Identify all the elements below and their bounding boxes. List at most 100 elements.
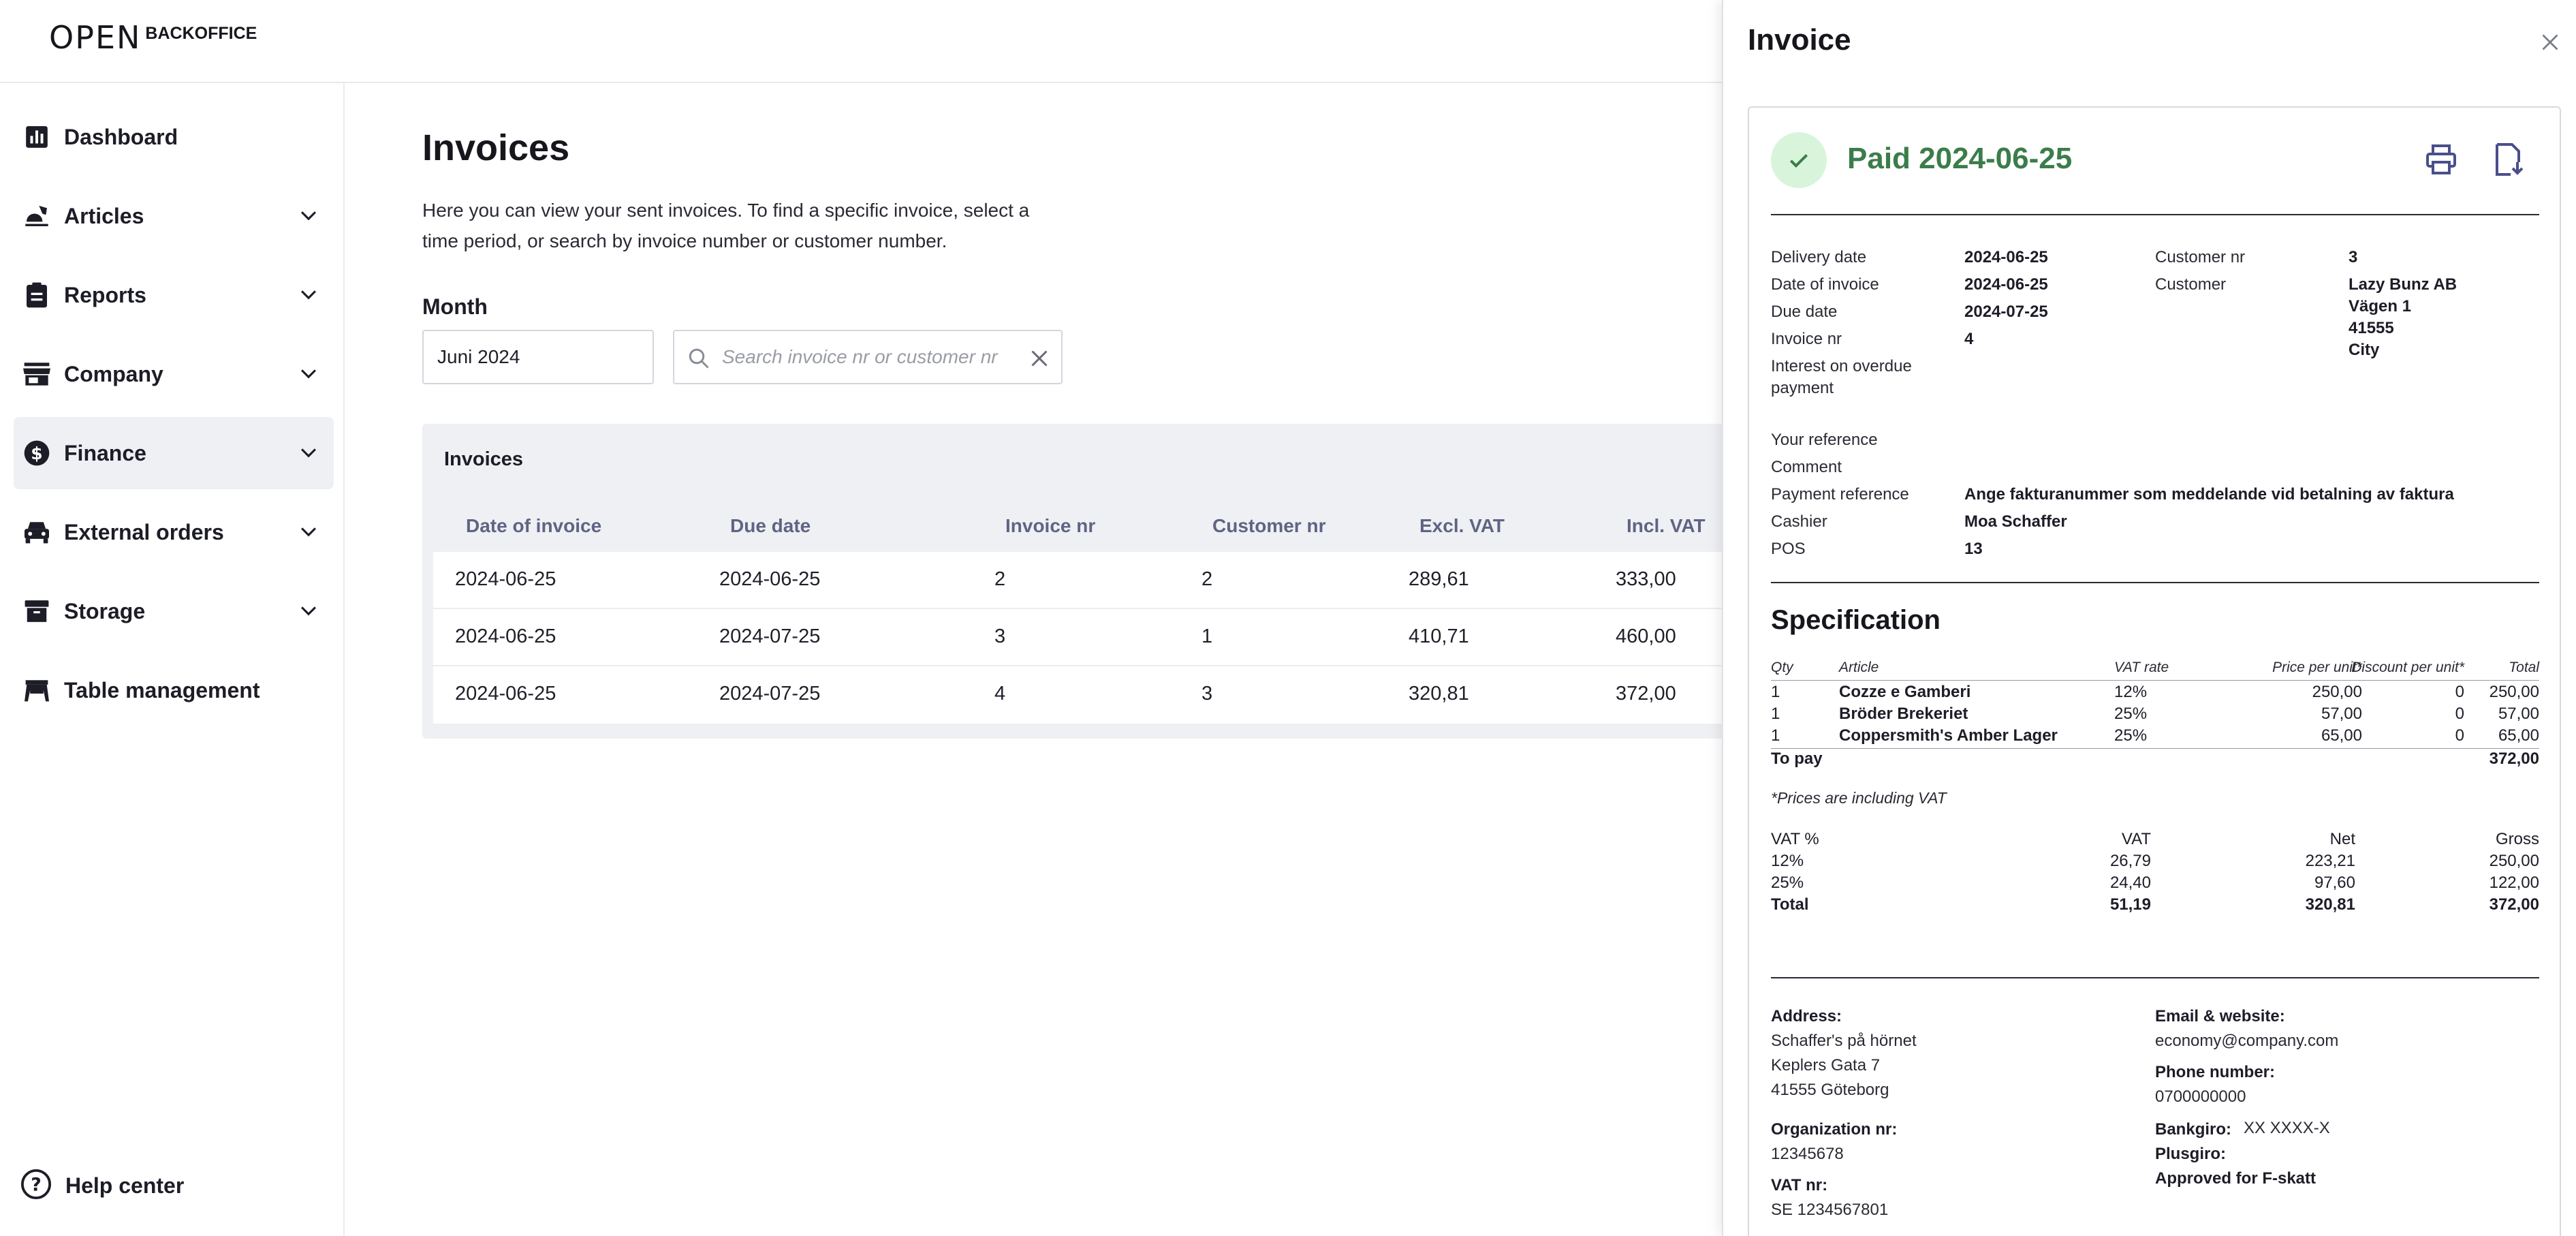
table-row[interactable]: 2024-06-25 2024-06-25 2 2 289,61 333,00 <box>433 552 1722 609</box>
customer-street: Vägen 1 <box>2349 297 2412 315</box>
spec-discount: 0 <box>2455 726 2464 745</box>
main-content: Invoices Here you can view your sent inv… <box>345 83 1722 1236</box>
bar-chart-icon <box>23 123 50 151</box>
due-date-label: Due date <box>1771 303 1838 321</box>
address-label: Address: <box>1771 1007 1842 1025</box>
column-header-date[interactable]: Date of invoice <box>466 515 601 537</box>
logo-mark: OPEN <box>49 19 142 56</box>
vat-total-gross: 372,00 <box>2489 895 2539 914</box>
cell-invoice-nr: 4 <box>994 683 1006 705</box>
sidebar-item-articles[interactable]: Articles <box>14 180 334 252</box>
spec-price: 65,00 <box>2321 726 2362 745</box>
sidebar-item-label: Company <box>64 361 163 386</box>
sidebar-item-storage[interactable]: Storage <box>14 575 334 647</box>
logo-text: BACKOFFICE <box>145 23 257 43</box>
download-file-icon[interactable] <box>2493 142 2526 177</box>
spec-qty: 1 <box>1771 726 1780 745</box>
vat-row-percent: 25% <box>1771 874 1804 892</box>
chevron-down-icon[interactable] <box>297 362 320 386</box>
car-icon <box>23 519 50 546</box>
sidebar-item-reports[interactable]: Reports <box>14 259 334 331</box>
spec-article: Bröder Brekeriet <box>1839 705 1968 723</box>
cashier-label: Cashier <box>1771 512 1827 531</box>
chevron-down-icon[interactable] <box>297 521 320 544</box>
logo[interactable]: OPEN BACKOFFICE <box>49 19 257 56</box>
to-pay-label: To pay <box>1771 750 1823 768</box>
close-icon[interactable] <box>2538 30 2562 55</box>
svg-text:$: $ <box>31 444 42 463</box>
sidebar-item-external-orders[interactable]: External orders <box>14 496 334 568</box>
cell-incl-vat: 460,00 <box>1616 625 1676 647</box>
bankgiro-label: Bankgiro: <box>2155 1120 2232 1139</box>
sidebar-item-label: Table management <box>64 677 260 702</box>
table-row[interactable]: 2024-06-25 2024-07-25 4 3 320,81 372,00 <box>433 666 1722 724</box>
check-icon <box>1771 132 1827 188</box>
table-icon <box>23 677 50 704</box>
sidebar-item-label: Articles <box>64 203 144 228</box>
spec-qty: 1 <box>1771 683 1780 701</box>
column-header-due-date[interactable]: Due date <box>730 515 811 537</box>
vat-row-net: 223,21 <box>2305 852 2355 870</box>
svg-text:?: ? <box>31 1175 42 1196</box>
cell-invoice-nr: 2 <box>994 568 1006 590</box>
chevron-down-icon[interactable] <box>297 283 320 307</box>
print-icon[interactable] <box>2425 143 2457 176</box>
search-box[interactable] <box>673 330 1063 384</box>
sidebar: Dashboard Articles Reports Company $ Fin… <box>0 83 345 1236</box>
invoice-nr-value: 4 <box>1964 330 1974 348</box>
help-center-label: Help center <box>65 1173 185 1198</box>
column-header-invoice-nr[interactable]: Invoice nr <box>1005 515 1095 537</box>
payment-reference-value: Ange fakturanummer som meddelande vid be… <box>1964 485 2454 504</box>
help-icon: ? <box>20 1169 52 1203</box>
chevron-down-icon[interactable] <box>297 442 320 465</box>
food-icon <box>23 202 50 230</box>
payment-status: Paid 2024-06-25 <box>1847 142 2073 175</box>
org-nr-value: 12345678 <box>1771 1145 1844 1163</box>
vat-row-gross: 122,00 <box>2489 874 2539 892</box>
pos-value: 13 <box>1964 540 1983 558</box>
vat-col-percent: VAT % <box>1771 830 1819 848</box>
customer-name: Lazy Bunz AB <box>2349 275 2457 294</box>
search-input[interactable] <box>722 337 1022 377</box>
cell-excl-vat: 289,61 <box>1409 568 1469 590</box>
vat-row-gross: 250,00 <box>2489 852 2539 870</box>
spec-col-article: Article <box>1839 660 1879 675</box>
sidebar-item-company[interactable]: Company <box>14 338 334 410</box>
chevron-down-icon[interactable] <box>297 600 320 623</box>
divider <box>1771 748 2539 749</box>
column-header-excl-vat[interactable]: Excl. VAT <box>1419 515 1505 537</box>
delivery-date-label: Delivery date <box>1771 248 1867 266</box>
vat-row-net: 97,60 <box>2314 874 2355 892</box>
cell-customer-nr: 3 <box>1201 683 1213 705</box>
date-of-invoice-label: Date of invoice <box>1771 275 1879 294</box>
close-icon[interactable] <box>1027 346 1052 371</box>
sidebar-item-dashboard[interactable]: Dashboard <box>14 101 334 173</box>
vat-nr-label: VAT nr: <box>1771 1176 1828 1194</box>
column-header-customer-nr[interactable]: Customer nr <box>1212 515 1325 537</box>
spec-total: 57,00 <box>2498 705 2539 723</box>
org-nr-label: Organization nr: <box>1771 1120 1898 1139</box>
sidebar-item-table-management[interactable]: Table management <box>14 654 334 726</box>
due-date-value: 2024-07-25 <box>1964 303 2048 321</box>
cell-excl-vat: 320,81 <box>1409 683 1469 705</box>
customer-city: City <box>2349 341 2380 359</box>
plusgiro-label: Plusgiro: <box>2155 1145 2227 1163</box>
sidebar-item-label: Finance <box>64 440 146 465</box>
chevron-down-icon[interactable] <box>297 204 320 228</box>
table-row[interactable]: 2024-06-25 2024-07-25 3 1 410,71 460,00 <box>433 609 1722 666</box>
spec-discount: 0 <box>2455 705 2464 723</box>
sidebar-item-finance[interactable]: $ Finance <box>14 417 334 489</box>
cell-customer-nr: 2 <box>1201 568 1213 590</box>
customer-postcode: 41555 <box>2349 319 2394 337</box>
store-icon <box>23 360 50 388</box>
cell-date: 2024-06-25 <box>455 625 556 647</box>
month-field[interactable] <box>422 330 654 384</box>
help-center-link[interactable]: ? Help center <box>20 1169 184 1203</box>
email-label: Email & website: <box>2155 1007 2285 1025</box>
cashier-value: Moa Schaffer <box>1964 512 2067 531</box>
spec-total: 250,00 <box>2489 683 2539 701</box>
sidebar-item-label: Dashboard <box>64 124 178 149</box>
table-body: 2024-06-25 2024-06-25 2 2 289,61 333,00 … <box>433 552 1722 724</box>
column-header-incl-vat[interactable]: Incl. VAT <box>1627 515 1706 537</box>
sidebar-item-label: External orders <box>64 519 224 544</box>
